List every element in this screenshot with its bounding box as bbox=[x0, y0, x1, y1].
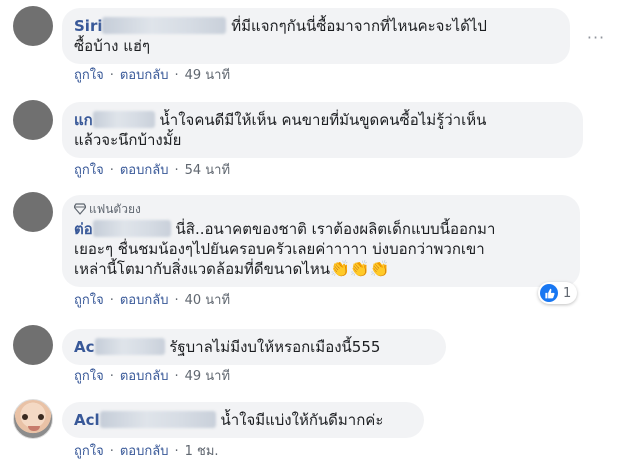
redacted-name bbox=[92, 111, 155, 128]
top-fan-badge: แฟนตัวยง bbox=[74, 201, 568, 217]
comment-bubble: Siri ที่มีแจกๆกันนี่ซื้อมาจากที่ไหนคะจะไ… bbox=[62, 8, 570, 64]
comment-author[interactable]: Siri bbox=[74, 17, 102, 35]
like-link[interactable]: ถูกใจ bbox=[74, 293, 104, 308]
reply-link[interactable]: ตอบกลับ bbox=[120, 293, 169, 308]
like-link[interactable]: ถูกใจ bbox=[74, 68, 104, 83]
like-link[interactable]: ถูกใจ bbox=[74, 444, 104, 459]
comment-bubble: แฟนตัวยง ต่อ นี่สิ..อนาคตของชาติ เราต้อง… bbox=[62, 195, 580, 287]
comment-text: รัฐบาลไม่มีงบให้หรอกเมืองนี้555 bbox=[169, 338, 381, 356]
avatar[interactable] bbox=[13, 399, 53, 439]
reply-link[interactable]: ตอบกลับ bbox=[120, 369, 169, 384]
timestamp[interactable]: 40 นาที bbox=[185, 293, 230, 308]
avatar[interactable] bbox=[13, 100, 53, 140]
redacted-name bbox=[99, 411, 216, 428]
comment-text: เหล่านี้โตมากับสิ่งแวดล้อมที่ดีขนาดไหน bbox=[74, 260, 330, 278]
redacted-name bbox=[102, 17, 227, 34]
like-link[interactable]: ถูกใจ bbox=[74, 163, 104, 178]
comment-text: นี่สิ..อนาคตของชาติ เราต้องผลิตเด็กแบบนี… bbox=[175, 220, 496, 238]
comment-bubble: Ac รัฐบาลไม่มีงบให้หรอกเมืองนี้555 bbox=[62, 329, 446, 365]
comment-actions: ถูกใจ · ตอบกลับ · 49 นาที bbox=[74, 68, 231, 83]
timestamp[interactable]: 49 นาที bbox=[185, 68, 230, 83]
comment-text: ที่มีแจกๆกันนี่ซื้อมาจากที่ไหนคะจะได้ไป bbox=[231, 17, 487, 35]
comment-author[interactable]: แก bbox=[74, 111, 93, 129]
reaction-count-label: 1 bbox=[563, 285, 572, 301]
comment-author[interactable]: Acl bbox=[74, 411, 100, 429]
diamond-icon bbox=[74, 203, 86, 215]
redacted-name bbox=[94, 338, 165, 355]
clapping-hands-icon: 👏👏👏 bbox=[329, 259, 390, 278]
comment-bubble: Acl น้ำใจมีแบ่งให้กันดีมากค่ะ bbox=[62, 402, 424, 438]
comment-author[interactable]: ต่อ bbox=[74, 220, 93, 238]
avatar[interactable] bbox=[13, 6, 53, 46]
comment-actions: ถูกใจ · ตอบกลับ · 54 นาที bbox=[74, 163, 231, 178]
comment-actions: ถูกใจ · ตอบกลับ · 40 นาที bbox=[74, 293, 231, 308]
comment-text: น้ำใจคนดีมีให้เห็น คนขายที่มันขูดคนซื้อไ… bbox=[159, 111, 487, 129]
comment-text: น้ำใจมีแบ่งให้กันดีมากค่ะ bbox=[220, 411, 384, 429]
comment-bubble: แก น้ำใจคนดีมีให้เห็น คนขายที่มันขูดคนซื… bbox=[62, 102, 583, 158]
redacted-name bbox=[92, 220, 171, 237]
comment-actions: ถูกใจ · ตอบกลับ · 1 ชม. bbox=[74, 444, 219, 459]
comment-author[interactable]: Ac bbox=[74, 338, 95, 356]
more-options-icon[interactable]: ··· bbox=[585, 26, 607, 48]
reply-link[interactable]: ตอบกลับ bbox=[120, 444, 169, 459]
reply-link[interactable]: ตอบกลับ bbox=[120, 68, 169, 83]
comment-text: แล้วจะนึกบ้างมั้ย bbox=[74, 131, 182, 149]
like-link[interactable]: ถูกใจ bbox=[74, 369, 104, 384]
comment-actions: ถูกใจ · ตอบกลับ · 49 นาที bbox=[74, 369, 231, 384]
reply-link[interactable]: ตอบกลับ bbox=[120, 163, 169, 178]
comment-text: ซื้อบ้าง แฮ่ๆ bbox=[74, 37, 151, 55]
avatar[interactable] bbox=[13, 325, 53, 365]
reaction-count[interactable]: 1 bbox=[538, 282, 578, 304]
avatar[interactable] bbox=[13, 192, 53, 232]
timestamp[interactable]: 54 นาที bbox=[185, 163, 230, 178]
badge-label: แฟนตัวยง bbox=[89, 202, 141, 216]
like-icon bbox=[540, 284, 558, 302]
timestamp[interactable]: 1 ชม. bbox=[185, 444, 219, 459]
timestamp[interactable]: 49 นาที bbox=[185, 369, 230, 384]
comment-text: เยอะๆ ชื่นชมน้องๆไปยันครอบครัวเลยค่าาาาา… bbox=[74, 240, 485, 258]
